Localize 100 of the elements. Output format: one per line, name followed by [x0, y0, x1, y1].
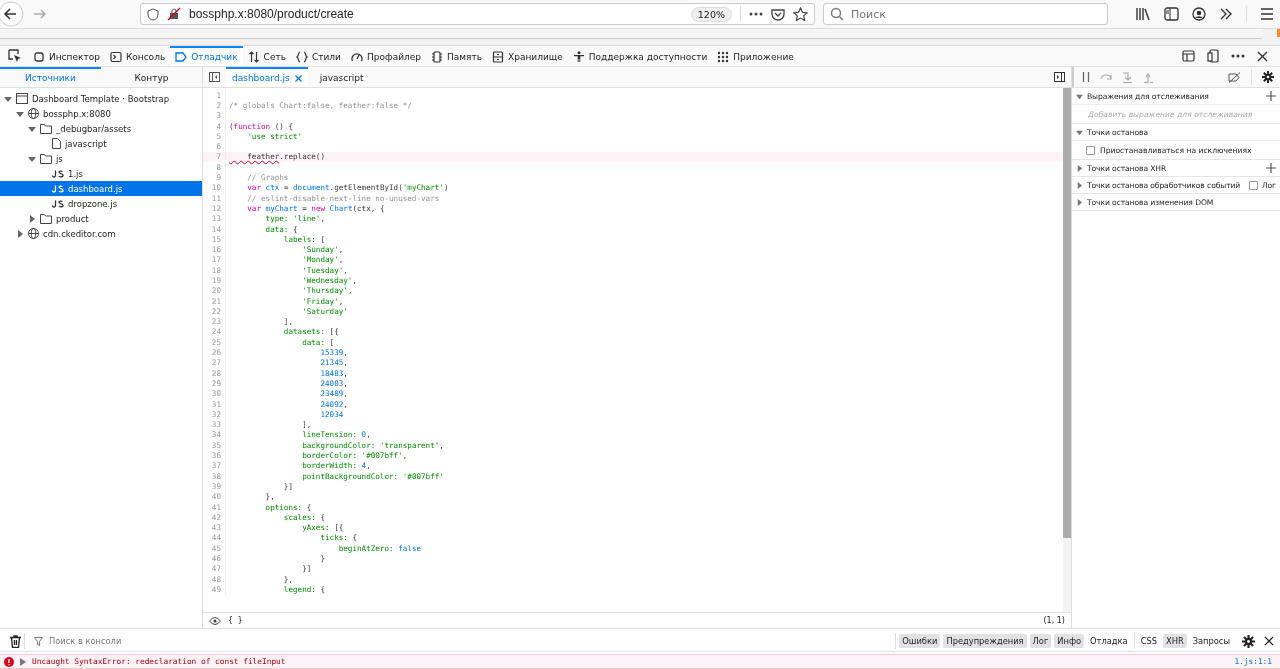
- close-icon[interactable]: [1257, 50, 1268, 62]
- window-icon: [16, 93, 28, 104]
- settings-icon[interactable]: [1242, 634, 1255, 648]
- address-bar[interactable]: bossphp.x:8080/product/create 120%: [140, 3, 815, 25]
- folder-icon: [40, 213, 52, 224]
- devtools-tab[interactable]: Инспектор: [28, 46, 105, 66]
- tree-item[interactable]: bossphp.x:8080: [0, 106, 202, 121]
- pretty-print-button[interactable]: { }: [228, 616, 243, 625]
- trash-icon[interactable]: [10, 634, 21, 648]
- close-icon[interactable]: [1264, 636, 1274, 646]
- search-input[interactable]: Поиск: [849, 6, 1093, 22]
- devtools-tab[interactable]: Хранилище: [487, 46, 568, 66]
- level-filter-button[interactable]: Лог: [1029, 634, 1052, 648]
- pause-checkbox[interactable]: [1086, 145, 1095, 155]
- caret-icon: [1076, 198, 1083, 206]
- tree-item[interactable]: javascript: [0, 136, 202, 151]
- search-field[interactable]: Поиск: [823, 3, 1108, 25]
- terminal-icon: [109, 51, 122, 63]
- add-icon[interactable]: [1266, 163, 1276, 173]
- caret-icon: [1076, 164, 1083, 172]
- devtools-tab[interactable]: Приложение: [712, 46, 799, 66]
- tree-item[interactable]: dashboard.js: [0, 181, 202, 196]
- insecure-lock-icon[interactable]: [167, 7, 181, 21]
- caret-icon[interactable]: [28, 154, 36, 163]
- devtools-tab[interactable]: Стили: [291, 46, 346, 66]
- level-filter-button[interactable]: Ошибки: [899, 634, 941, 648]
- layout-icon[interactable]: [1182, 50, 1195, 62]
- js-file-icon: [52, 184, 64, 193]
- settings-icon[interactable]: [1262, 71, 1274, 83]
- console-filter-field[interactable]: Поиск в консоли: [28, 635, 893, 647]
- arrows-icon: [247, 51, 260, 63]
- sidebar-icon[interactable]: [1164, 7, 1179, 21]
- back-icon[interactable]: [0, 1, 24, 27]
- folder-icon: [40, 123, 52, 134]
- devtools-tab[interactable]: Отладчик: [170, 46, 243, 66]
- type-filter-button[interactable]: XHR: [1163, 634, 1187, 648]
- log-checkbox[interactable]: [1248, 180, 1258, 190]
- console-filter-input[interactable]: Поиск в консоли: [47, 635, 351, 647]
- devtools-tab[interactable]: Профайлер: [345, 46, 427, 66]
- account-icon[interactable]: [1192, 7, 1206, 21]
- type-filter-button[interactable]: CSS: [1137, 634, 1160, 648]
- caret-icon[interactable]: [20, 657, 26, 666]
- type-filter-button[interactable]: Запросы: [1189, 634, 1233, 648]
- error-icon: [4, 656, 14, 667]
- pause-icon[interactable]: [1082, 72, 1090, 82]
- js-file-icon: [52, 199, 64, 208]
- js-file-icon: [52, 169, 64, 178]
- storage-icon: [492, 51, 505, 63]
- tree-item[interactable]: dropzone.js: [0, 196, 202, 211]
- folder-icon: [40, 153, 52, 164]
- scrollbar-thumb[interactable]: [1063, 88, 1071, 538]
- sources-tab[interactable]: Контур: [101, 67, 202, 87]
- file-icon: [52, 138, 61, 149]
- dock-icon[interactable]: [1207, 49, 1219, 63]
- collapse-panel-icon[interactable]: [209, 72, 220, 82]
- level-filter-button[interactable]: Отладка: [1087, 634, 1131, 648]
- star-icon[interactable]: [793, 7, 808, 21]
- more-icon[interactable]: [749, 12, 763, 16]
- caret-icon: [1076, 181, 1083, 189]
- devtools-tab[interactable]: Консоль: [104, 46, 171, 66]
- devtools-tab[interactable]: Память: [426, 46, 488, 66]
- add-icon[interactable]: [1266, 91, 1276, 101]
- tree-item[interactable]: product: [0, 211, 202, 226]
- shield-icon[interactable]: [147, 7, 159, 21]
- zoom-badge[interactable]: 120%: [690, 6, 732, 22]
- tree-item[interactable]: Dashboard Template · Bootstrap: [0, 91, 202, 106]
- person-icon: [572, 51, 585, 63]
- chevrons-icon[interactable]: [1219, 8, 1233, 20]
- library-icon[interactable]: [1136, 7, 1151, 21]
- level-filter-button[interactable]: Предупреждения: [943, 634, 1027, 648]
- tag-icon: [175, 51, 188, 63]
- tree-item[interactable]: _debugbar/assets: [0, 121, 202, 136]
- file-tab[interactable]: dashboard.js: [226, 67, 308, 87]
- tree-item[interactable]: js: [0, 151, 202, 166]
- menu-icon[interactable]: [1260, 8, 1274, 20]
- tree-item[interactable]: cdn.ckeditor.com: [0, 226, 202, 241]
- gauge-icon: [350, 51, 363, 63]
- level-filter-button[interactable]: Инфо: [1054, 634, 1085, 648]
- deactivate-breakpoints-icon[interactable]: [1228, 71, 1241, 83]
- expand-panel-icon[interactable]: [1054, 72, 1065, 82]
- more-icon[interactable]: [1231, 54, 1245, 58]
- tree-item[interactable]: 1.js: [0, 166, 202, 181]
- eye-icon[interactable]: [209, 616, 221, 625]
- globe-icon: [28, 108, 39, 119]
- scroll-marker: [1277, 29, 1280, 37]
- sources-tab[interactable]: Источники: [0, 67, 101, 87]
- search-icon: [830, 7, 844, 21]
- cursor-position: (1, 1): [1043, 616, 1065, 625]
- grid-icon: [717, 51, 730, 63]
- pocket-icon[interactable]: [771, 7, 785, 21]
- braces-icon: [296, 51, 308, 63]
- file-tab[interactable]: javascript: [313, 67, 370, 87]
- caret-icon: [1076, 128, 1083, 136]
- devtools-tab[interactable]: Сеть: [242, 46, 291, 66]
- filter-icon: [34, 636, 43, 646]
- caret-icon: [1076, 92, 1083, 100]
- picker-icon[interactable]: [8, 49, 22, 63]
- devtools-tab[interactable]: Поддержка доступности: [567, 46, 713, 66]
- url-text: bossphp.x:8080/product/create: [189, 7, 355, 21]
- box-icon: [33, 51, 45, 63]
